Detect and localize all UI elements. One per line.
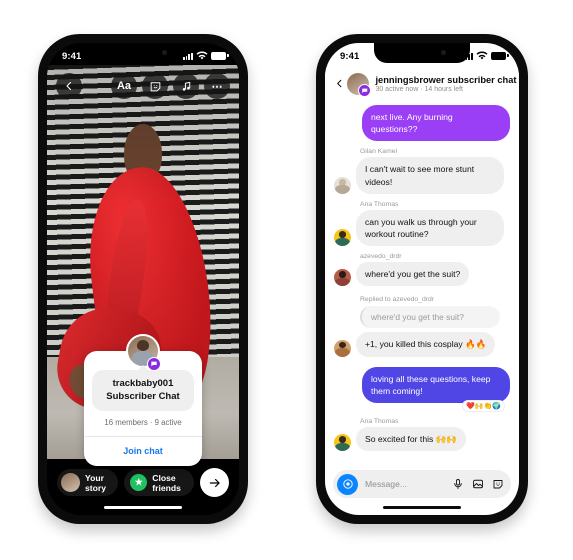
reply-context-label: Replied to azevedo_drdr [360,296,435,304]
card-title-bubble: trackbaby001 Subscriber Chat [92,370,194,411]
more-tool-label: ⋯ [211,80,223,93]
your-story-label: Your story [85,472,107,493]
chat-message-list[interactable]: next live. Any burning questions?? Gilan… [325,101,519,471]
wifi-icon [196,51,208,60]
right-status-bar: 9:41 [325,43,519,65]
back-button[interactable] [56,73,82,99]
chevron-left-icon [66,81,72,91]
right-phone-frame: 9:41 jenningsbrower subscriber chat 30 a… [316,34,528,524]
camera-icon[interactable] [337,473,358,495]
message-composer[interactable]: Message... [333,470,511,498]
chat-title: jenningsbrower subscriber chat [375,74,517,85]
right-phone-screen: 9:41 jenningsbrower subscriber chat 30 a… [325,43,519,515]
camera-glyph [342,479,353,489]
left-status-bar: 9:41 [47,43,239,65]
message-sender: Ana Thomas [360,200,399,208]
message-row: where'd you get the suit? [334,262,510,287]
status-time: 9:41 [62,50,82,62]
status-time: 9:41 [340,50,360,62]
avatar [334,339,351,357]
message-bubble-incoming: I can't wait to see more stunt videos! [356,157,504,194]
green-star-icon: ★ [130,474,148,491]
left-phone-frame: 9:41 Aa ⋯ trackbaby001 Subscriber Chat 1… [38,34,248,524]
text-tool-button[interactable]: Aa [111,73,137,99]
broadcast-chat-icon [358,84,372,97]
message-sender: azevedo_drdr [360,253,402,261]
card-title-line1: trackbaby001 [112,378,174,389]
story-toolbar: Aa ⋯ [47,73,239,99]
your-story-button[interactable]: Your story [57,469,119,496]
message-bubble-outgoing: next live. Any burning questions?? [362,105,510,142]
quoted-message: where'd you get the suit? [360,306,500,329]
subscriber-chat-card[interactable]: trackbaby001 Subscriber Chat 16 members … [84,334,202,466]
avatar [61,473,80,492]
chevron-left-icon [337,79,342,87]
message-row: So excited for this 🙌🙌 [334,427,510,452]
battery-icon [491,52,509,60]
message-row: +1, you killed this cosplay 🔥🔥 [334,332,510,357]
wifi-icon [476,51,488,60]
signal-bars-icon [462,52,473,60]
left-phone-screen: 9:41 Aa ⋯ trackbaby001 Subscriber Chat 1… [47,43,239,515]
image-icon[interactable] [472,478,484,490]
avatar [334,176,351,194]
home-indicator [383,505,461,509]
message-bubble-incoming: where'd you get the suit? [356,262,470,287]
card-title-line2: Subscriber Chat [106,390,180,402]
chat-bubble-glyph [151,361,157,367]
message-sender: Gilan Kamel [360,148,398,156]
story-bottom-bar: Your story ★ Close friends [47,468,239,497]
chat-header: jenningsbrower subscriber chat 30 active… [325,67,519,101]
music-note-icon [182,81,190,91]
microphone-icon[interactable] [452,478,464,490]
message-row: can you walk us through your workout rou… [334,209,510,247]
avatar[interactable] [347,73,372,97]
close-friends-label: Close friends [152,472,181,493]
reaction-pill[interactable]: ❤️🙌👏🌍 [463,401,504,412]
avatar [334,229,351,247]
avatar [334,434,351,452]
message-bubble-incoming: +1, you killed this cosplay 🔥🔥 [356,332,496,357]
message-input[interactable]: Message... [365,479,452,489]
message-bubble-outgoing: loving all these questions, keep them co… [362,366,510,404]
avatar [334,269,351,287]
back-button[interactable] [334,77,345,92]
screenshot-stage: 9:41 Aa ⋯ trackbaby001 Subscriber Chat 1… [0,0,573,560]
message-bubble-incoming: So excited for this 🙌🙌 [356,427,467,452]
broadcast-chat-icon [147,357,161,371]
message-bubble-incoming: can you walk us through your workout rou… [356,209,504,247]
arrow-right-icon [209,478,220,487]
message-row: next live. Any burning questions?? [334,105,510,142]
sticker-tool-button[interactable] [142,73,168,99]
sticker-icon [150,81,160,91]
join-chat-button[interactable]: Join chat [84,437,202,466]
text-tool-label: Aa [116,80,132,92]
chat-bubble-glyph [362,88,368,93]
message-row: loving all these questions, keep them co… [334,366,510,404]
signal-bars-icon [182,52,193,60]
send-story-button[interactable] [200,468,229,497]
message-row: I can't wait to see more stunt videos! [334,157,510,194]
battery-icon [211,52,229,60]
reaction-row[interactable]: ❤️🙌👏🌍 [334,401,510,412]
more-tool-button[interactable]: ⋯ [204,73,230,99]
home-indicator [104,505,182,509]
sticker-icon[interactable] [492,478,504,490]
close-friends-button[interactable]: ★ Close friends [124,469,194,496]
message-sender: Ana Thomas [360,418,399,426]
card-member-count: 16 members · 9 active [104,417,182,427]
chat-subtitle: 30 active now · 14 hours left [375,86,464,94]
music-tool-button[interactable] [173,73,199,99]
